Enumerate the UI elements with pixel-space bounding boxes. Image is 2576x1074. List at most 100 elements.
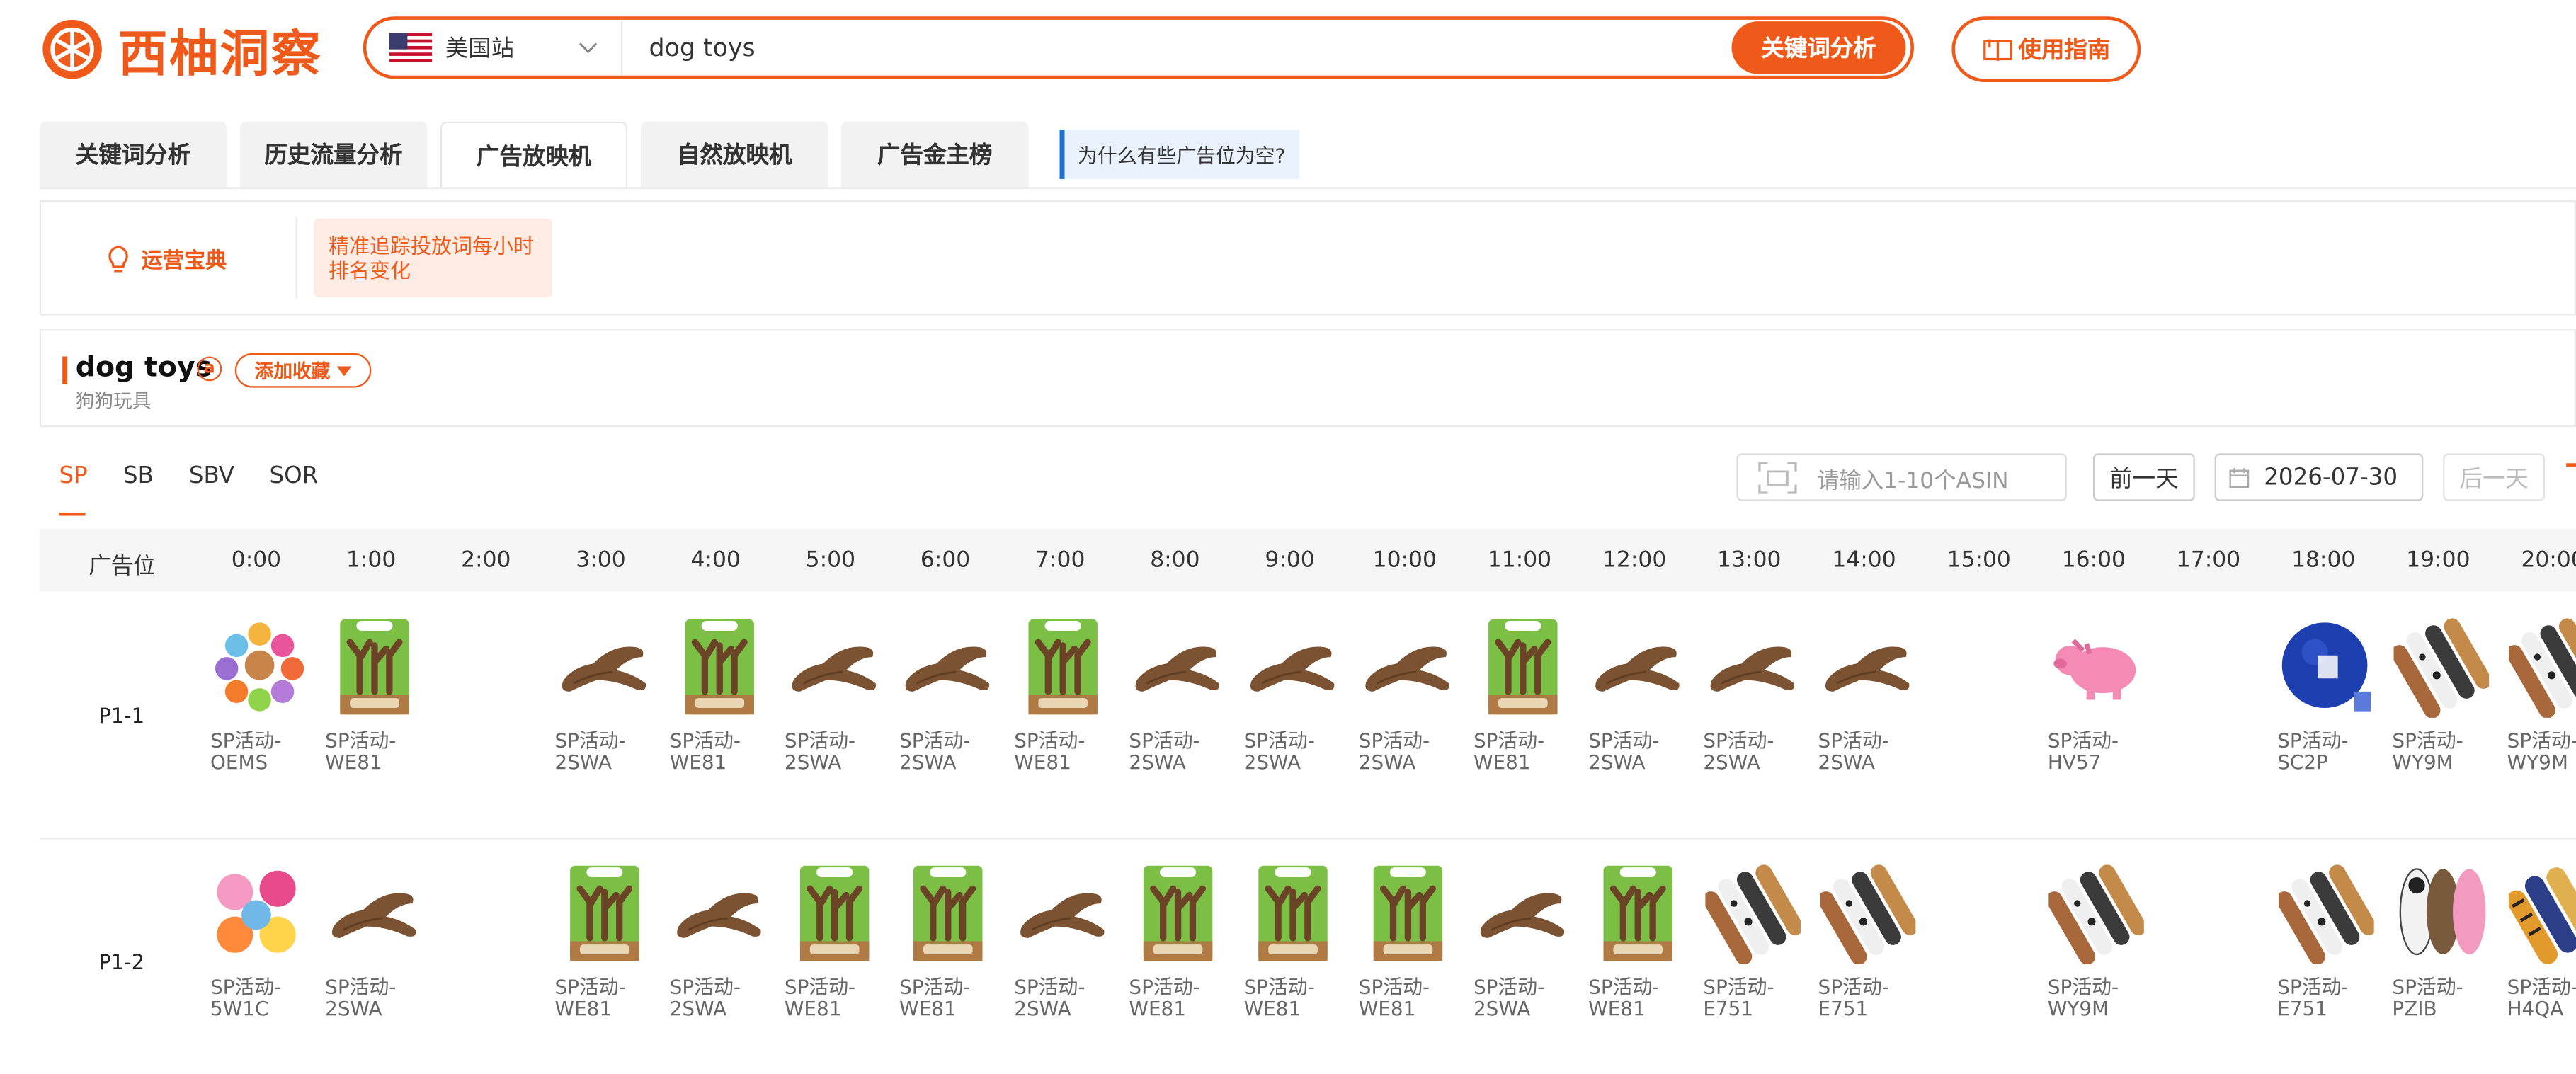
product-thumbnail[interactable] — [1129, 856, 1227, 971]
tab-ad-projector[interactable]: 广告放映机 — [440, 121, 628, 188]
ad-cell[interactable]: SP活动- WE81 — [1474, 610, 1572, 774]
ad-cell[interactable]: SP活动- 2SWA — [1359, 610, 1457, 774]
brand-logo[interactable]: 西柚洞察 — [40, 16, 322, 84]
product-thumbnail[interactable] — [1703, 856, 1801, 971]
product-thumbnail[interactable] — [325, 610, 423, 724]
ad-cell[interactable]: SP活动- 5W1C — [210, 856, 309, 1020]
ad-cell[interactable]: SP活动- E751 — [1703, 856, 1801, 1020]
ad-cell[interactable]: SP活动- 2SWA — [1474, 856, 1572, 1020]
ad-cell[interactable]: SP活动- WE81 — [899, 856, 998, 1020]
product-thumbnail[interactable] — [1474, 610, 1572, 724]
ad-cell[interactable]: SP活动- WE81 — [1359, 856, 1457, 1020]
product-thumbnail[interactable] — [1818, 856, 1917, 971]
product-thumbnail[interactable] — [2048, 856, 2146, 971]
product-thumbnail[interactable] — [1244, 856, 1343, 971]
product-thumbnail[interactable] — [210, 856, 309, 971]
ad-cell[interactable]: SP活动- 2SWA — [1588, 610, 1687, 774]
asin-input[interactable]: 请输入1-10个ASIN — [1736, 453, 2067, 501]
user-guide-button[interactable]: 使用指南 — [1951, 16, 2141, 83]
product-thumbnail[interactable] — [2392, 856, 2490, 971]
product-thumbnail[interactable] — [1014, 856, 1112, 971]
ad-cell[interactable]: SP活动- H4QA — [2507, 856, 2576, 1020]
product-thumbnail[interactable] — [785, 610, 883, 724]
prev-day-button[interactable]: 前一天 — [2092, 453, 2195, 501]
ad-cell[interactable]: SP活动- 2SWA — [1014, 856, 1112, 1020]
next-day-button[interactable]: 后一天 — [2443, 453, 2545, 501]
ad-cell[interactable]: SP活动- 2SWA — [785, 610, 883, 774]
ad-cell[interactable]: SP活动- WE81 — [1014, 610, 1112, 774]
product-thumbnail[interactable] — [1588, 610, 1687, 724]
product-thumbnail[interactable] — [210, 610, 309, 724]
wishbone-icon — [1595, 646, 1680, 692]
product-thumbnail[interactable] — [2507, 610, 2576, 724]
product-thumbnail[interactable] — [1359, 856, 1457, 971]
ad-cell[interactable]: SP活动- WY9M — [2507, 610, 2576, 774]
product-thumbnail[interactable] — [1588, 856, 1687, 971]
product-thumbnail[interactable] — [555, 610, 654, 724]
tab-ad-sponsors[interactable]: 广告金主榜 — [840, 121, 1029, 188]
ad-cell[interactable]: SP活动- WE81 — [1129, 856, 1227, 1020]
empty-slot-notice[interactable]: 为什么有些广告位为空? — [1059, 130, 1300, 179]
tab-organic-projector[interactable]: 自然放映机 — [640, 121, 828, 188]
ad-cell[interactable]: SP活动- HV57 — [2048, 610, 2146, 774]
ad-cell[interactable]: SP活动- OEMS — [210, 610, 309, 774]
ad-cell[interactable]: SP活动- WE81 — [785, 856, 883, 1020]
hour-header: 18:00 — [2291, 547, 2356, 573]
product-thumbnail[interactable] — [555, 856, 654, 971]
product-thumbnail[interactable] — [1244, 610, 1343, 724]
ad-cell[interactable]: SP活动- 2SWA — [325, 856, 423, 1020]
hour-header: 9:00 — [1265, 547, 1315, 573]
product-thumbnail[interactable] — [670, 856, 768, 971]
search-input[interactable]: dog toys — [649, 33, 1731, 62]
ad-cell[interactable]: SP活动- 2SWA — [670, 856, 768, 1020]
keyword-analyze-button[interactable]: 关键词分析 — [1731, 21, 1906, 74]
product-thumbnail[interactable] — [899, 856, 998, 971]
product-thumbnail[interactable] — [2048, 610, 2146, 724]
amazon-icon[interactable]: a — [197, 356, 222, 382]
ad-cell[interactable]: SP活动- WE81 — [555, 856, 654, 1020]
ad-cell[interactable]: SP活动- E751 — [2277, 856, 2376, 1020]
product-thumbnail[interactable] — [2507, 856, 2576, 971]
ad-type-tab-sor[interactable]: SOR — [270, 463, 319, 489]
ops-guide-link[interactable]: 运营宝典 — [105, 243, 227, 274]
ad-cell[interactable]: SP活动- E751 — [1818, 856, 1917, 1020]
box-4pack-icon — [340, 619, 409, 715]
product-thumbnail[interactable] — [1129, 610, 1227, 724]
ad-type-tab-sp[interactable]: SP — [59, 463, 88, 489]
ad-cell[interactable]: SP活动- WE81 — [1588, 856, 1687, 1020]
plush-set-icon — [217, 870, 296, 953]
product-thumbnail[interactable] — [1703, 610, 1801, 724]
ad-cell[interactable]: SP活动- WY9M — [2392, 610, 2490, 774]
ad-cell[interactable]: SP活动- SC2P — [2277, 610, 2376, 774]
promo-card[interactable]: 精准追踪投放词每小时 排名变化 — [314, 218, 552, 297]
product-thumbnail[interactable] — [325, 856, 423, 971]
ad-cell[interactable]: SP活动- 2SWA — [1129, 610, 1227, 774]
product-thumbnail[interactable] — [1014, 610, 1112, 724]
product-thumbnail[interactable] — [1474, 856, 1572, 971]
ad-type-tab-sbv[interactable]: SBV — [189, 463, 234, 489]
product-thumbnail[interactable] — [2277, 856, 2376, 971]
ad-type-tab-sb[interactable]: SB — [123, 463, 154, 489]
ad-cell[interactable]: SP活动- WE81 — [670, 610, 768, 774]
product-thumbnail[interactable] — [1359, 610, 1457, 724]
ad-cell[interactable]: SP活动- WE81 — [1244, 856, 1343, 1020]
add-favorite-button[interactable]: 添加收藏 — [234, 353, 372, 388]
ad-cell[interactable]: SP活动- 2SWA — [555, 610, 654, 774]
ad-cell[interactable]: SP活动- WY9M — [2048, 856, 2146, 1020]
date-picker[interactable]: 2026-07-30 — [2214, 453, 2424, 501]
product-thumbnail[interactable] — [899, 610, 998, 724]
product-thumbnail[interactable] — [785, 856, 883, 971]
product-thumbnail[interactable] — [1818, 610, 1917, 724]
product-thumbnail[interactable] — [2392, 610, 2490, 724]
ad-cell[interactable]: SP活动- 2SWA — [899, 610, 998, 774]
ad-cell[interactable]: SP活动- WE81 — [325, 610, 423, 774]
site-select[interactable]: 美国站 — [366, 19, 623, 76]
ad-cell[interactable]: SP活动- 2SWA — [1703, 610, 1801, 774]
tab-history-traffic[interactable]: 历史流量分析 — [239, 121, 428, 188]
product-thumbnail[interactable] — [670, 610, 768, 724]
product-thumbnail[interactable] — [2277, 610, 2376, 724]
ad-cell[interactable]: SP活动- PZIB — [2392, 856, 2490, 1020]
tab-keyword-analysis[interactable]: 关键词分析 — [39, 121, 227, 188]
ad-cell[interactable]: SP活动- 2SWA — [1244, 610, 1343, 774]
ad-cell[interactable]: SP活动- 2SWA — [1818, 610, 1917, 774]
